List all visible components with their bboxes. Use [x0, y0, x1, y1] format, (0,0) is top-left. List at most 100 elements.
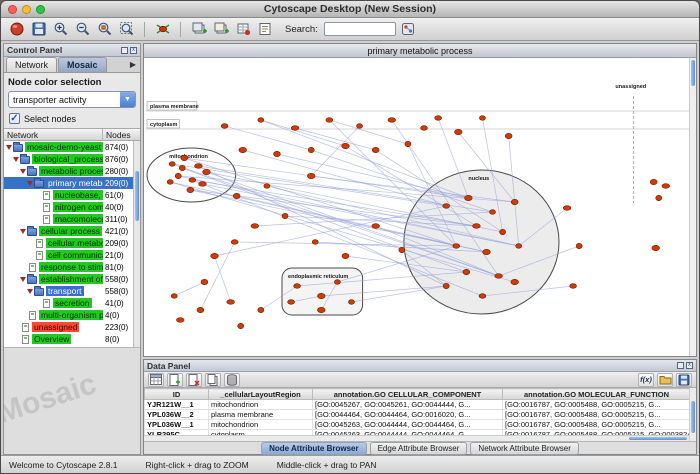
network-node[interactable]: [201, 279, 208, 284]
tree-row[interactable]: secretion41(0): [4, 297, 140, 309]
table-row[interactable]: YJR121W__1mitochondrion[GO:0045267, GO:0…: [145, 400, 691, 410]
expand-collapse-icon[interactable]: [20, 169, 26, 174]
network-node[interactable]: [357, 124, 363, 129]
network-node[interactable]: [203, 169, 211, 174]
network-node[interactable]: [251, 224, 259, 229]
network-node[interactable]: [167, 180, 173, 185]
network-node[interactable]: [479, 294, 486, 299]
float-data-panel-icon[interactable]: [677, 362, 684, 369]
network-node[interactable]: [511, 279, 519, 284]
tree-row[interactable]: response to stimulus81(0): [4, 261, 140, 273]
network-node[interactable]: [221, 124, 228, 129]
network-node[interactable]: [465, 195, 473, 200]
network-node[interactable]: [312, 240, 318, 245]
network-node[interactable]: [326, 118, 333, 123]
attribute-table[interactable]: ID_cellularLayoutRegionannotation.GO CEL…: [144, 388, 691, 441]
network-node[interactable]: [274, 151, 281, 156]
import-attributes-button[interactable]: [233, 20, 252, 39]
network-edge[interactable]: [311, 126, 359, 176]
expand-collapse-icon[interactable]: [27, 289, 33, 294]
table-cell[interactable]: [GO:0044464, GO:0044464, GO:0016020, G..…: [313, 410, 503, 420]
float-panel-icon[interactable]: [121, 47, 128, 54]
tree-row[interactable]: metabolic process280(0): [4, 165, 140, 177]
select-attributes-button[interactable]: [148, 373, 164, 387]
tree-row[interactable]: cell communication21(0): [4, 249, 140, 261]
network-node[interactable]: [656, 195, 662, 200]
network-node[interactable]: [453, 244, 460, 249]
zoom-window-button[interactable]: [36, 5, 45, 14]
tab-network-attribute-browser[interactable]: Network Attribute Browser: [470, 442, 578, 455]
network-node[interactable]: [405, 141, 411, 146]
network-view-titlebar[interactable]: primary metabolic process: [144, 44, 696, 58]
network-node[interactable]: [463, 269, 470, 274]
network-node[interactable]: [483, 249, 491, 254]
network-node[interactable]: [399, 247, 405, 252]
network-node[interactable]: [495, 274, 503, 279]
network-node[interactable]: [231, 240, 238, 245]
network-node[interactable]: [443, 204, 450, 209]
network-node[interactable]: [181, 155, 188, 160]
zoom-selected-button[interactable]: [95, 20, 114, 39]
tree-scrollbar-thumb[interactable]: [135, 171, 139, 221]
close-panel-icon[interactable]: x: [130, 47, 137, 54]
network-node[interactable]: [291, 126, 299, 131]
table-horizontal-scrollbar-thumb[interactable]: [629, 437, 687, 440]
network-edge[interactable]: [261, 120, 346, 146]
network-edge[interactable]: [295, 128, 376, 150]
tree-row[interactable]: Overview8(0): [4, 333, 140, 345]
nodes-column-header[interactable]: Nodes: [103, 129, 140, 140]
network-node[interactable]: [454, 129, 462, 134]
zoom-fit-button[interactable]: [117, 20, 136, 39]
network-node[interactable]: [576, 243, 582, 248]
first-neighbors-button[interactable]: [153, 20, 172, 39]
network-node[interactable]: [199, 182, 207, 187]
table-cell[interactable]: mitochondrion: [209, 400, 313, 410]
network-node[interactable]: [239, 147, 247, 152]
network-node[interactable]: [490, 210, 496, 215]
annotation-button[interactable]: [255, 20, 274, 39]
canvas-scrollbar-thumb[interactable]: [691, 60, 695, 86]
delete-attribute-button[interactable]: [186, 373, 202, 387]
tab-network[interactable]: Network: [6, 57, 57, 72]
network-node[interactable]: [179, 165, 185, 170]
network-node[interactable]: [171, 294, 177, 299]
network-node[interactable]: [238, 323, 244, 328]
table-vertical-scrollbar-thumb[interactable]: [691, 401, 695, 433]
network-node[interactable]: [175, 173, 181, 178]
network-node[interactable]: [479, 116, 485, 121]
table-cell[interactable]: [GO:0016787, GO:0005488, GO:0005215, G..…: [503, 400, 691, 410]
network-node[interactable]: [258, 307, 264, 312]
network-node[interactable]: [348, 300, 354, 305]
network-node[interactable]: [421, 126, 428, 131]
delete-table-button[interactable]: [224, 373, 240, 387]
node-color-attribute-select[interactable]: transporter activity ▼: [8, 91, 136, 108]
table-row[interactable]: YPL036W__2plasma membrane[GO:0044464, GO…: [145, 410, 691, 420]
network-node[interactable]: [342, 253, 349, 258]
table-cell[interactable]: [GO:0045267, GO:0045261, GO:0044444, G..…: [313, 400, 503, 410]
tree-row[interactable]: biological_process876(0): [4, 153, 140, 165]
tree-row[interactable]: mosaic-demo-yeast874(0): [4, 141, 140, 153]
tree-row[interactable]: macromolecule metab...311(0): [4, 213, 140, 225]
column-header[interactable]: ID: [145, 389, 209, 400]
network-edge[interactable]: [215, 256, 231, 302]
network-node[interactable]: [443, 283, 449, 288]
tree-row[interactable]: cellular metabolic pro...209(0): [4, 237, 140, 249]
table-cell[interactable]: YJR121W__1: [145, 400, 209, 410]
network-node[interactable]: [500, 229, 506, 234]
tree-row[interactable]: nitrogen compound m...40(0): [4, 201, 140, 213]
network-node[interactable]: [288, 300, 295, 305]
network-node[interactable]: [169, 162, 175, 167]
table-vertical-scrollbar[interactable]: [689, 388, 696, 441]
tab-scroll-right-icon[interactable]: ▶: [126, 57, 140, 72]
formula-builder-button[interactable]: f(x): [638, 373, 654, 387]
network-node[interactable]: [662, 184, 670, 189]
network-node[interactable]: [334, 280, 340, 285]
table-cell[interactable]: [GO:0045263, GO:0044444, GO:0044464, G..…: [313, 420, 503, 430]
network-node[interactable]: [435, 116, 442, 121]
network-node[interactable]: [308, 147, 314, 152]
network-column-header[interactable]: Network: [4, 129, 103, 140]
table-cell[interactable]: mitochondrion: [209, 420, 313, 430]
new-network-view-button[interactable]: [189, 20, 208, 39]
minimize-window-button[interactable]: [22, 5, 31, 14]
close-data-panel-icon[interactable]: x: [686, 362, 693, 369]
